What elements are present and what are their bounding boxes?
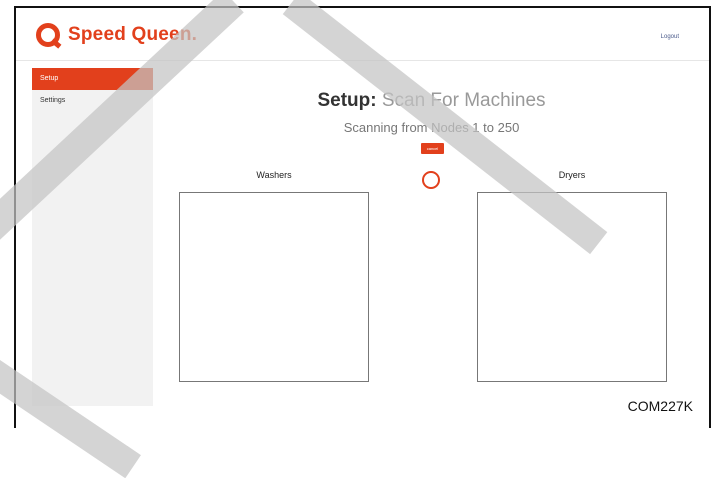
washers-label: Washers <box>256 170 292 180</box>
sidebar-item-setup[interactable]: Setup <box>32 68 153 90</box>
app-header: Speed Queen. Logout <box>16 8 709 61</box>
page-title: Setup: Scan For Machines <box>154 90 709 112</box>
washers-list-box <box>179 192 369 382</box>
brand-logo: Speed Queen. <box>36 21 197 49</box>
page-title-text: Scan For Machines <box>381 90 546 111</box>
brand-name: Speed Queen. <box>68 24 198 45</box>
page-title-prefix: Setup: <box>317 90 377 111</box>
cancel-scan-button[interactable]: cancel <box>421 143 444 154</box>
dryers-list-box <box>477 192 667 382</box>
speed-queen-logo-icon <box>36 23 60 47</box>
sidebar: Setup Settings <box>32 68 153 406</box>
loading-spinner-icon <box>422 171 440 189</box>
scan-status-text: Scanning from Nodes 1 to 250 <box>343 120 520 135</box>
sidebar-item-settings[interactable]: Settings <box>32 90 153 112</box>
screenshot-frame: Speed Queen. Logout Setup Settings Setup… <box>14 6 711 428</box>
dryers-label: Dryers <box>558 170 586 180</box>
figure-code: COM227K <box>627 398 693 414</box>
logout-link[interactable]: Logout <box>661 34 679 40</box>
